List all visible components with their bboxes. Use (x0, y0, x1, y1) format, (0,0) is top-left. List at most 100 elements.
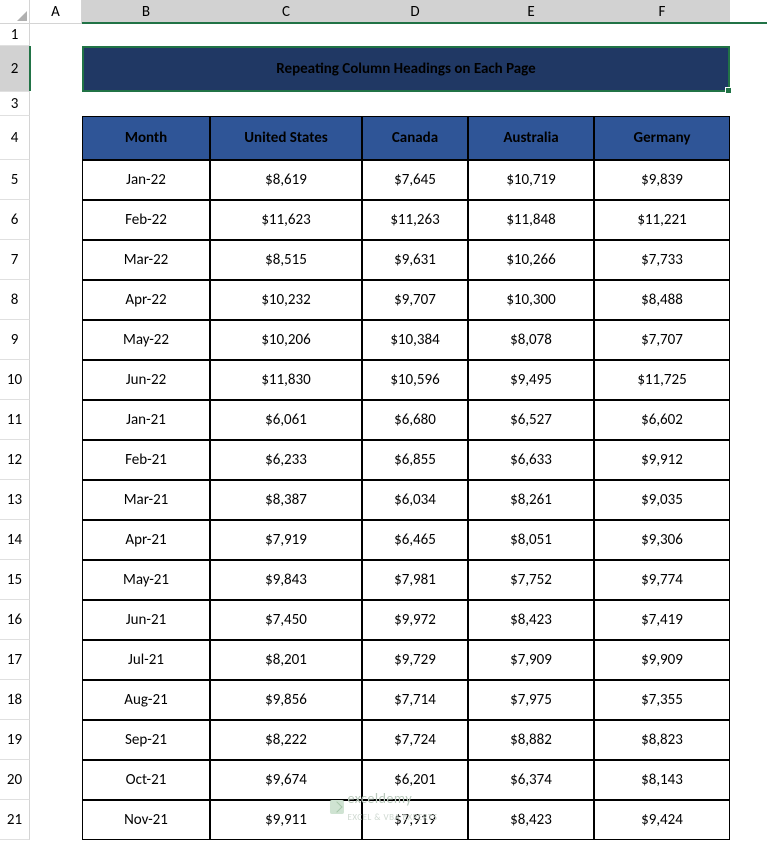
cell-month[interactable]: Jun-21 (82, 600, 210, 640)
cell-us[interactable]: $6,233 (210, 440, 362, 480)
cell-C3[interactable] (210, 92, 362, 116)
cell-us[interactable]: $7,919 (210, 520, 362, 560)
row-header-6[interactable]: 6 (0, 200, 30, 240)
cell-au[interactable]: $8,051 (468, 520, 594, 560)
cell-A20[interactable] (30, 760, 82, 800)
cell-ca[interactable]: $9,631 (362, 240, 468, 280)
cell-de[interactable]: $7,733 (594, 240, 730, 280)
cell-us[interactable]: $8,222 (210, 720, 362, 760)
cell-month[interactable]: Apr-22 (82, 280, 210, 320)
col-header-A[interactable]: A (30, 0, 82, 24)
cell-us[interactable]: $6,061 (210, 400, 362, 440)
cell-A10[interactable] (30, 360, 82, 400)
cell-ca[interactable]: $7,645 (362, 160, 468, 200)
cell-au[interactable]: $10,266 (468, 240, 594, 280)
cell-us[interactable]: $10,206 (210, 320, 362, 360)
cell-au[interactable]: $7,752 (468, 560, 594, 600)
cell-A15[interactable] (30, 560, 82, 600)
cell-A3[interactable] (30, 92, 82, 116)
table-header-germany[interactable]: Germany (594, 116, 730, 160)
row-header-20[interactable]: 20 (0, 760, 30, 800)
cell-de[interactable]: $9,774 (594, 560, 730, 600)
cell-ca[interactable]: $6,680 (362, 400, 468, 440)
cell-A14[interactable] (30, 520, 82, 560)
cell-month[interactable]: Sep-21 (82, 720, 210, 760)
cell-month[interactable]: Aug-21 (82, 680, 210, 720)
row-header-3[interactable]: 3 (0, 92, 30, 116)
cell-A18[interactable] (30, 680, 82, 720)
cell-au[interactable]: $8,882 (468, 720, 594, 760)
cell-us[interactable]: $9,674 (210, 760, 362, 800)
cell-A7[interactable] (30, 240, 82, 280)
cell-month[interactable]: May-21 (82, 560, 210, 600)
cell-us[interactable]: $9,856 (210, 680, 362, 720)
cell-month[interactable]: Mar-21 (82, 480, 210, 520)
row-header-15[interactable]: 15 (0, 560, 30, 600)
table-header-us[interactable]: United States (210, 116, 362, 160)
cell-ca[interactable]: $6,855 (362, 440, 468, 480)
row-header-13[interactable]: 13 (0, 480, 30, 520)
cell-ca[interactable]: $6,465 (362, 520, 468, 560)
cell-month[interactable]: Apr-21 (82, 520, 210, 560)
row-header-10[interactable]: 10 (0, 360, 30, 400)
row-header-11[interactable]: 11 (0, 400, 30, 440)
table-header-month[interactable]: Month (82, 116, 210, 160)
cell-month[interactable]: Jan-22 (82, 160, 210, 200)
page-title[interactable]: Repeating Column Headings on Each Page (82, 46, 730, 92)
row-header-1[interactable]: 1 (0, 24, 30, 46)
selection-handle[interactable] (725, 87, 732, 94)
cell-au[interactable]: $6,527 (468, 400, 594, 440)
cell-A1[interactable] (30, 24, 82, 46)
cell-month[interactable]: Mar-22 (82, 240, 210, 280)
cell-us[interactable]: $9,911 (210, 800, 362, 840)
cell-us[interactable]: $11,830 (210, 360, 362, 400)
cell-de[interactable]: $8,488 (594, 280, 730, 320)
cell-A11[interactable] (30, 400, 82, 440)
cell-ca[interactable]: $9,729 (362, 640, 468, 680)
cell-au[interactable]: $10,300 (468, 280, 594, 320)
row-header-14[interactable]: 14 (0, 520, 30, 560)
cell-ca[interactable]: $6,201 (362, 760, 468, 800)
row-header-18[interactable]: 18 (0, 680, 30, 720)
cell-us[interactable]: $8,201 (210, 640, 362, 680)
cell-au[interactable]: $6,633 (468, 440, 594, 480)
cell-D1[interactable] (362, 24, 468, 46)
cell-us[interactable]: $8,619 (210, 160, 362, 200)
row-header-7[interactable]: 7 (0, 240, 30, 280)
row-header-4[interactable]: 4 (0, 116, 30, 160)
cell-de[interactable]: $7,707 (594, 320, 730, 360)
cell-A5[interactable] (30, 160, 82, 200)
cell-de[interactable]: $9,035 (594, 480, 730, 520)
cell-month[interactable]: Nov-21 (82, 800, 210, 840)
cell-ca[interactable]: $7,981 (362, 560, 468, 600)
cell-de[interactable]: $9,306 (594, 520, 730, 560)
row-header-5[interactable]: 5 (0, 160, 30, 200)
cell-de[interactable]: $6,602 (594, 400, 730, 440)
row-header-2[interactable]: 2 (0, 46, 30, 92)
cell-month[interactable]: Jul-21 (82, 640, 210, 680)
cell-E3[interactable] (468, 92, 594, 116)
cell-A17[interactable] (30, 640, 82, 680)
col-header-C[interactable]: C (210, 0, 362, 24)
cell-ca[interactable]: $10,596 (362, 360, 468, 400)
cell-au[interactable]: $7,909 (468, 640, 594, 680)
cell-au[interactable]: $8,261 (468, 480, 594, 520)
cell-ca[interactable]: $9,707 (362, 280, 468, 320)
cell-de[interactable]: $9,909 (594, 640, 730, 680)
cell-month[interactable]: Jan-21 (82, 400, 210, 440)
select-all-corner[interactable] (0, 0, 30, 24)
cell-A16[interactable] (30, 600, 82, 640)
cell-us[interactable]: $10,232 (210, 280, 362, 320)
cell-month[interactable]: Oct-21 (82, 760, 210, 800)
cell-ca[interactable]: $7,724 (362, 720, 468, 760)
cell-A21[interactable] (30, 800, 82, 840)
cell-A13[interactable] (30, 480, 82, 520)
table-header-canada[interactable]: Canada (362, 116, 468, 160)
cell-de[interactable]: $9,424 (594, 800, 730, 840)
cell-de[interactable]: $8,143 (594, 760, 730, 800)
cell-A4[interactable] (30, 116, 82, 160)
cell-au[interactable]: $8,078 (468, 320, 594, 360)
cell-F1[interactable] (594, 24, 730, 46)
cell-month[interactable]: Feb-22 (82, 200, 210, 240)
cell-month[interactable]: May-22 (82, 320, 210, 360)
